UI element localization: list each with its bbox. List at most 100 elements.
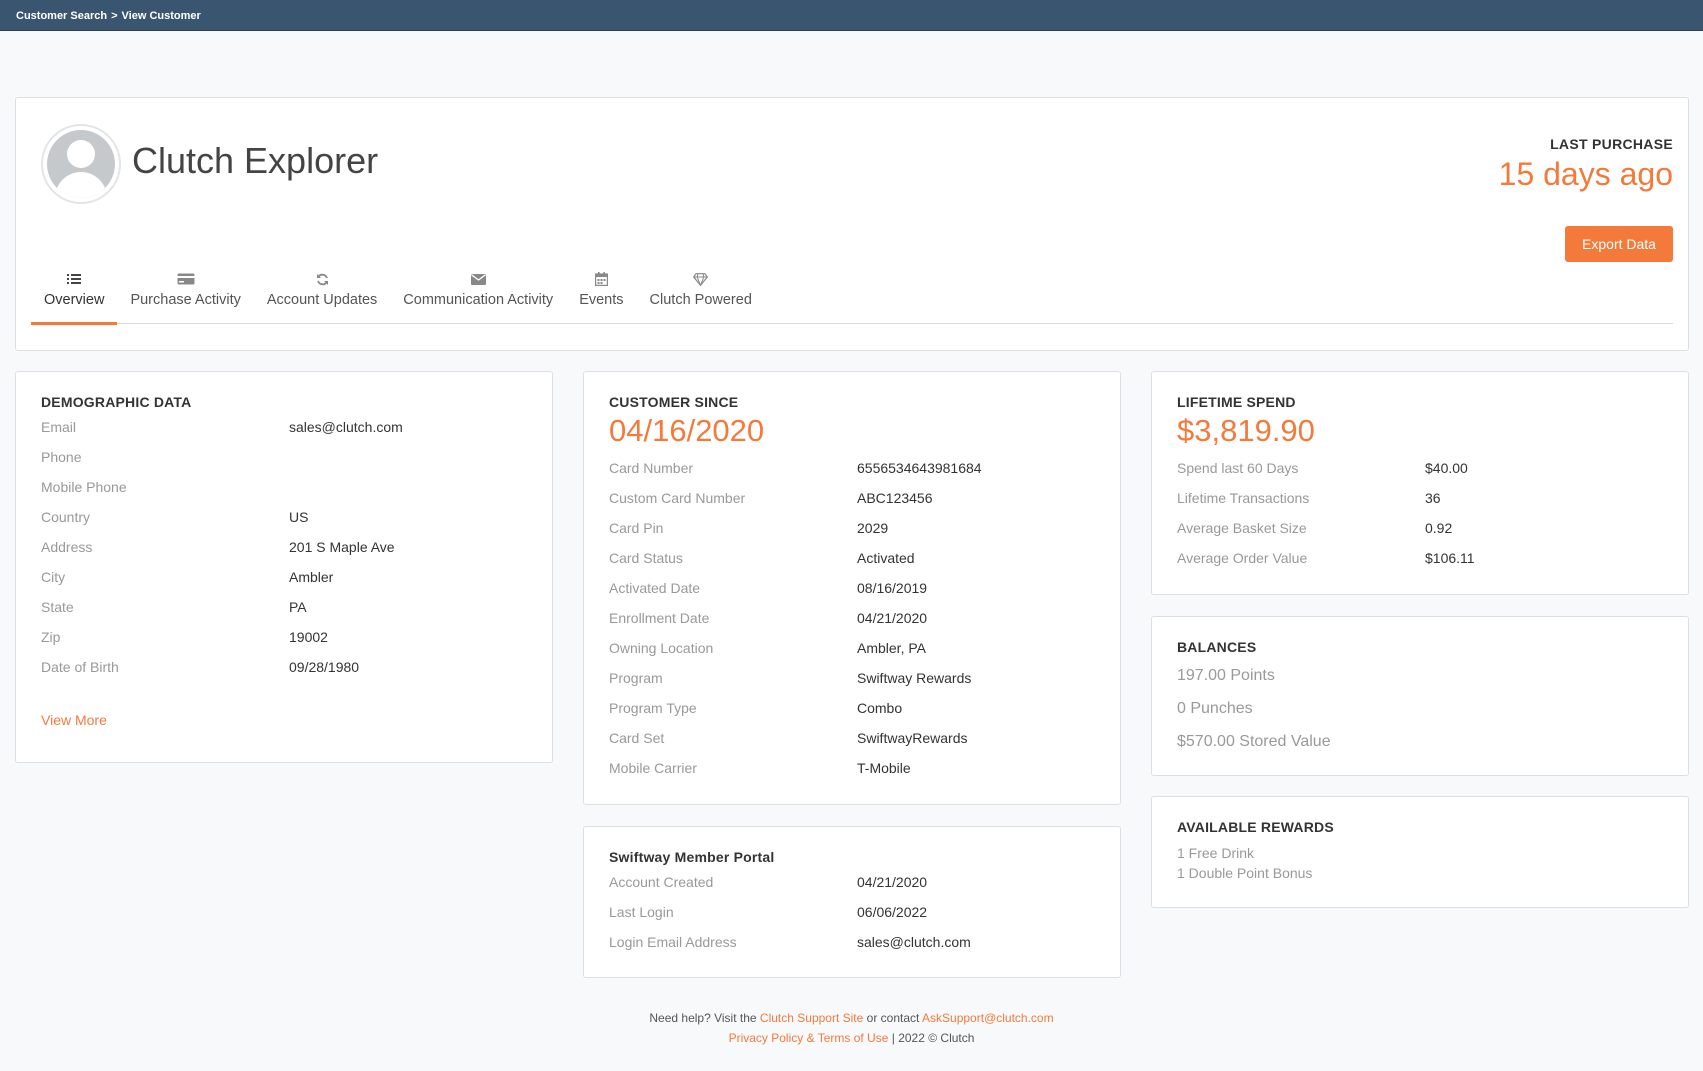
tab-label: Events [579, 292, 624, 308]
field-value: 36 [1425, 490, 1441, 506]
tab-account-updates[interactable]: Account Updates [254, 272, 390, 324]
export-data-button[interactable]: Export Data [1565, 226, 1673, 262]
field-label: Phone [41, 449, 82, 465]
demographic-row: Address 201 S Maple Ave [41, 532, 527, 562]
field-value: Ambler [289, 569, 334, 585]
field-value: US [289, 509, 309, 525]
field-value: 08/16/2019 [857, 580, 928, 596]
customer-since-value: 04/16/2020 [609, 413, 765, 448]
demographic-row: Country US [41, 502, 527, 532]
field-value: Activated [857, 550, 915, 566]
last-purchase-label: LAST PURCHASE [1550, 136, 1673, 152]
card-info-row: Mobile Carrier T-Mobile [609, 753, 1095, 783]
customer-since-title: CUSTOMER SINCE [609, 394, 739, 410]
demographic-row: Date of Birth 09/28/1980 [41, 652, 527, 682]
field-label: Card Set [609, 730, 665, 746]
spend-row: Lifetime Transactions 36 [1177, 483, 1663, 513]
diamond-icon [693, 272, 709, 286]
footer-help-text: Need help? Visit the [649, 1011, 757, 1025]
portal-row: Last Login 06/06/2022 [609, 897, 1095, 927]
tab-overview[interactable]: Overview [31, 272, 118, 325]
field-label: Account Created [609, 874, 714, 890]
field-value: 04/21/2020 [857, 874, 928, 890]
lifetime-spend-title: LIFETIME SPEND [1177, 394, 1296, 410]
tab-purchase-activity[interactable]: Purchase Activity [117, 272, 253, 324]
field-label: State [41, 599, 74, 615]
support-site-link[interactable]: Clutch Support Site [760, 1011, 863, 1025]
available-rewards-title: AVAILABLE REWARDS [1177, 819, 1334, 835]
list-icon [67, 272, 82, 286]
reward-item: 1 Double Point Bonus [1177, 865, 1313, 881]
field-value: SwiftwayRewards [857, 730, 968, 746]
field-label: City [41, 569, 66, 585]
field-label: Program [609, 670, 663, 686]
breadcrumb-customer-search[interactable]: Customer Search [16, 10, 107, 22]
footer-copyright: | 2022 © Clutch [891, 1031, 975, 1045]
balances-card: BALANCES 197.00 Points 0 Punches $570.00… [1151, 616, 1689, 776]
calendar-icon [594, 272, 608, 286]
field-value: 04/21/2020 [857, 610, 928, 626]
demographic-card: DEMOGRAPHIC DATA Email sales@clutch.com P… [15, 371, 553, 763]
customer-header: Clutch Explorer LAST PURCHASE 15 days ag… [15, 97, 1689, 351]
field-value: $106.11 [1425, 550, 1475, 566]
field-value: Combo [857, 700, 903, 716]
support-email-link[interactable]: AskSupport@clutch.com [922, 1011, 1054, 1025]
field-value: 0.92 [1425, 520, 1453, 536]
tab-label: Account Updates [266, 292, 378, 308]
card-info-row: Activated Date 08/16/2019 [609, 573, 1095, 603]
card-info-row: Owning Location Ambler, PA [609, 633, 1095, 663]
field-label: Average Basket Size [1177, 520, 1307, 536]
field-label: Country [41, 509, 91, 525]
field-label: Date of Birth [41, 659, 119, 675]
user-silhouette-icon [47, 130, 115, 198]
tab-clutch-powered[interactable]: Clutch Powered [637, 272, 765, 324]
field-label: Email [41, 419, 77, 435]
breadcrumb-current: View Customer [121, 10, 201, 22]
envelope-icon [470, 272, 486, 286]
field-label: Card Pin [609, 520, 664, 536]
tab-label: Purchase Activity [130, 292, 241, 308]
breadcrumb-separator: > [111, 10, 118, 22]
field-value: 6556534643981684 [857, 460, 982, 476]
tab-bar: Overview Purchase Activity Account Updat… [31, 272, 1673, 325]
avatar [41, 124, 121, 204]
field-label: Owning Location [609, 640, 714, 656]
field-value: 19002 [289, 629, 328, 645]
tab-communication-activity[interactable]: Communication Activity [390, 272, 566, 324]
view-more-link[interactable]: View More [41, 712, 107, 728]
field-label: Mobile Phone [41, 479, 127, 495]
balance-points: 197.00 Points [1177, 666, 1275, 684]
field-label: Program Type [609, 700, 697, 716]
card-info-row: Program Type Combo [609, 693, 1095, 723]
demographic-row: Phone [41, 442, 527, 472]
footer-or-contact: or contact [866, 1011, 920, 1025]
demographic-row: Zip 19002 [41, 622, 527, 652]
field-label: Last Login [609, 904, 674, 920]
field-value: 2029 [857, 520, 889, 536]
demographic-title: DEMOGRAPHIC DATA [41, 394, 192, 410]
field-value: sales@clutch.com [289, 419, 403, 435]
card-info-row: Program Swiftway Rewards [609, 663, 1095, 693]
privacy-terms-link[interactable]: Privacy Policy & Terms of Use [729, 1031, 889, 1045]
spend-row: Average Order Value $106.11 [1177, 543, 1663, 573]
field-value: 09/28/1980 [289, 659, 360, 675]
field-label: Average Order Value [1177, 550, 1308, 566]
customer-since-card: CUSTOMER SINCE 04/16/2020 Card Number 655… [583, 371, 1121, 805]
field-label: Card Status [609, 550, 683, 566]
card-info-row: Card Status Activated [609, 543, 1095, 573]
tab-events[interactable]: Events [566, 272, 636, 324]
spend-row: Spend last 60 Days $40.00 [1177, 453, 1663, 483]
field-label: Enrollment Date [609, 610, 710, 626]
field-value: sales@clutch.com [857, 934, 971, 950]
field-label: Login Email Address [609, 934, 737, 950]
field-value: T-Mobile [857, 760, 911, 776]
last-purchase-value: 15 days ago [1498, 156, 1673, 192]
spend-row: Average Basket Size 0.92 [1177, 513, 1663, 543]
credit-card-icon [177, 272, 195, 286]
field-value: Ambler, PA [857, 640, 926, 656]
tab-label: Overview [44, 292, 105, 308]
field-value: PA [289, 599, 307, 615]
demographic-row: City Ambler [41, 562, 527, 592]
demographic-row: Email sales@clutch.com [41, 412, 527, 442]
member-portal-title: Swiftway Member Portal [609, 849, 775, 865]
